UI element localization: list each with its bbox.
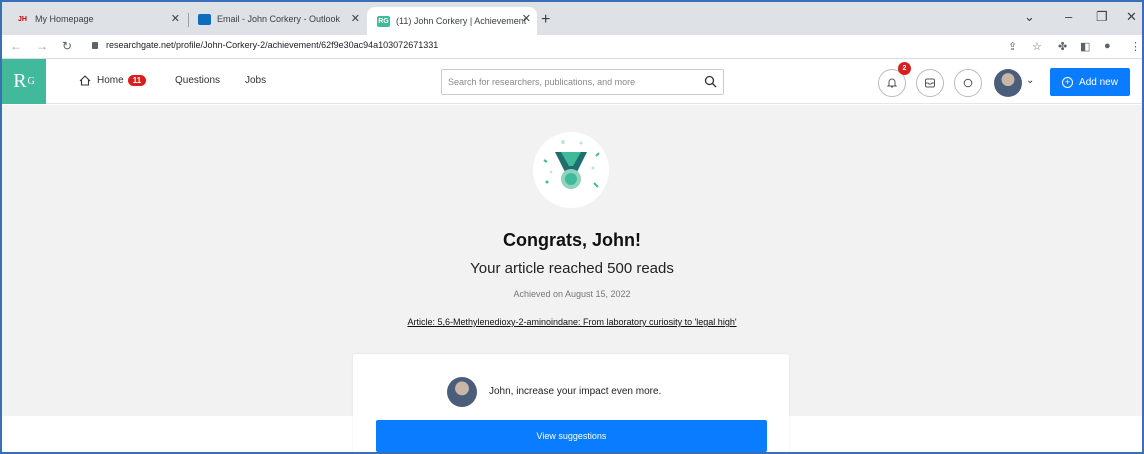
messages-button[interactable]: [916, 69, 944, 97]
chevron-down-icon[interactable]: ⌄: [1024, 9, 1035, 25]
star-icon[interactable]: ☆: [1032, 40, 1042, 53]
tab-outlook[interactable]: Email - John Corkery - Outlook ✕: [188, 7, 366, 31]
search-icon[interactable]: [704, 75, 717, 88]
medal-icon: [533, 132, 609, 208]
achievement-title: Congrats, John!: [503, 230, 641, 250]
card-message: John, increase your impact even more.: [489, 386, 662, 397]
minimize-icon[interactable]: –: [1065, 9, 1072, 24]
url-text: researchgate.net/profile/John-Corkery-2/…: [106, 40, 439, 50]
browser-window: JH My Homepage ✕ Email - John Corkery - …: [0, 0, 1144, 454]
article-link[interactable]: Article: 5,6-Methylenedioxy-2-aminoindan…: [2, 317, 1142, 327]
nav-jobs-label: Jobs: [245, 75, 267, 86]
researchgate-favicon-icon: RG: [377, 15, 390, 27]
nav-questions[interactable]: Questions: [175, 75, 220, 86]
close-icon[interactable]: ✕: [522, 12, 531, 25]
achievement-date: Achieved on August 15, 2022: [513, 289, 631, 299]
tab-strip: JH My Homepage ✕ Email - John Corkery - …: [2, 2, 1142, 35]
lock-icon: [92, 41, 98, 49]
tab-achievement[interactable]: RG (11) John Corkery | Achievement ✕: [367, 7, 537, 35]
add-new-button[interactable]: + Add new: [1050, 68, 1130, 96]
plus-circle-icon: +: [1062, 76, 1074, 88]
nav-questions-label: Questions: [175, 75, 221, 86]
achievement-subtitle: Your article reached 500 reads: [470, 260, 674, 277]
sidepanel-icon[interactable]: ◧: [1080, 40, 1090, 53]
forward-icon[interactable]: →: [36, 39, 48, 53]
address-bar[interactable]: researchgate.net/profile/John-Corkery-2/…: [92, 40, 438, 50]
tab-my-homepage[interactable]: JH My Homepage ✕: [6, 7, 186, 31]
site-header: RG Home 11 Questions Jobs 2 ⌄ + Add new: [2, 59, 1142, 104]
close-icon[interactable]: ✕: [351, 12, 360, 25]
inbox-icon: [925, 78, 935, 88]
nav-home[interactable]: Home 11: [79, 75, 147, 86]
back-icon[interactable]: ←: [10, 39, 22, 53]
extensions-icon[interactable]: ✤: [1058, 40, 1067, 53]
avatar[interactable]: [994, 69, 1022, 97]
reload-icon[interactable]: ↻: [62, 39, 72, 53]
add-new-label: Add new: [1079, 76, 1118, 88]
questions-button[interactable]: [954, 69, 982, 97]
view-suggestions-button[interactable]: View suggestions: [376, 420, 767, 452]
logo-sup: G: [27, 76, 35, 87]
tab-title: Email - John Corkery - Outlook: [217, 14, 341, 24]
jh-favicon-icon: JH: [18, 15, 27, 23]
tab-title: (11) John Corkery | Achievement: [396, 16, 527, 26]
researchgate-logo[interactable]: RG: [2, 59, 46, 104]
home-icon: [79, 75, 91, 86]
nav-jobs[interactable]: Jobs: [245, 75, 266, 86]
chat-bubble-icon: [963, 78, 973, 88]
suggestions-card: John, increase your impact even more. Vi…: [353, 354, 789, 452]
avatar: [447, 377, 477, 407]
browser-toolbar: ← → ↻ researchgate.net/profile/John-Cork…: [2, 35, 1142, 59]
menu-icon[interactable]: ⋮: [1130, 40, 1141, 53]
search-box: [441, 69, 724, 95]
new-tab-icon[interactable]: +: [541, 11, 550, 29]
close-icon[interactable]: ✕: [171, 12, 180, 25]
profile-icon[interactable]: ●: [1104, 40, 1111, 52]
close-window-icon[interactable]: ✕: [1126, 9, 1137, 25]
bell-icon: [886, 78, 898, 88]
logo-letter: R: [13, 70, 27, 92]
outlook-icon: [198, 13, 211, 25]
restore-icon[interactable]: ❐: [1096, 9, 1108, 25]
chevron-down-icon[interactable]: ⌄: [1026, 75, 1034, 86]
home-badge: 11: [127, 75, 147, 86]
search-input[interactable]: [442, 70, 687, 94]
nav-home-label: Home: [97, 75, 124, 86]
tab-title: My Homepage: [35, 14, 94, 24]
share-icon[interactable]: ⇪: [1008, 40, 1017, 53]
notification-badge: 2: [898, 62, 911, 75]
